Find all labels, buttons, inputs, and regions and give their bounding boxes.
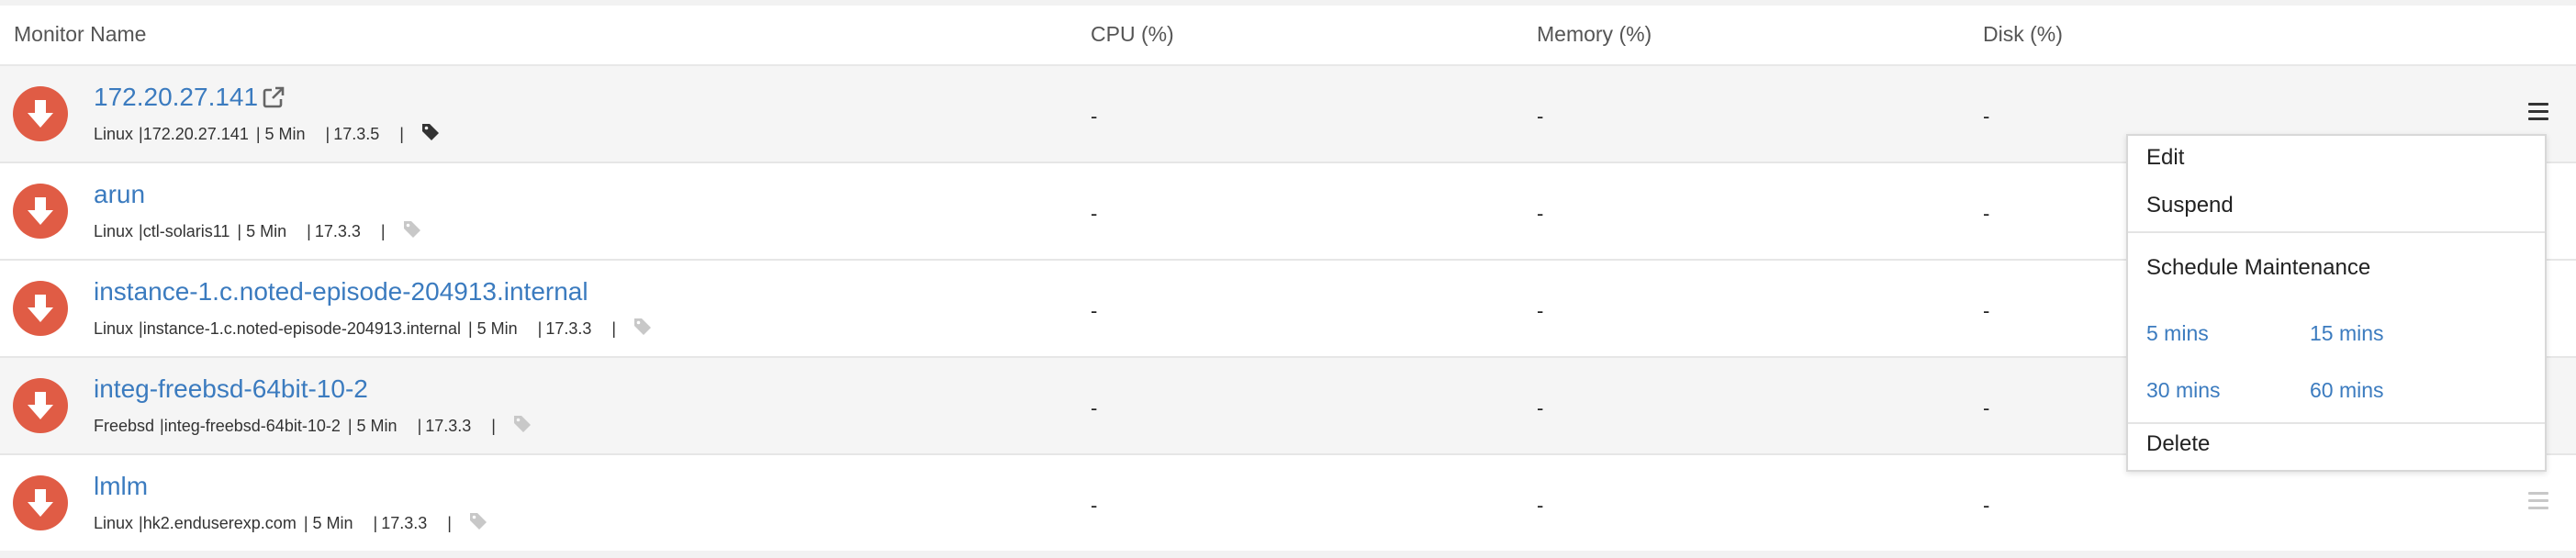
meta-version: 17.3.5 — [333, 124, 380, 143]
meta-separator: | — [303, 513, 308, 532]
monitor-meta: Linux | instance-1.c.noted-episode-204913… — [94, 318, 653, 339]
meta-host: ctl-solaris11 — [142, 221, 230, 240]
memory-value: - — [1537, 299, 1544, 322]
meta-os: Linux — [94, 318, 134, 338]
cpu-value: - — [1091, 105, 1098, 128]
meta-os: Linux — [94, 513, 134, 532]
menu-item-edit[interactable]: Edit — [2146, 145, 2184, 171]
external-link-icon[interactable] — [261, 84, 286, 110]
menu-item-schedule-maintenance[interactable]: Schedule Maintenance — [2146, 255, 2370, 281]
menu-divider — [2128, 231, 2545, 233]
disk-value: - — [1983, 494, 1990, 517]
row-actions-dropdown: Edit Suspend Schedule Maintenance 5 mins… — [2126, 134, 2547, 472]
disk-value: - — [1983, 396, 1990, 419]
disk-value: - — [1983, 202, 1990, 225]
bottom-divider — [0, 551, 2576, 558]
meta-os: Freebsd — [94, 416, 155, 435]
header-memory[interactable]: Memory (%) — [1537, 22, 1652, 47]
disk-value: - — [1983, 105, 1990, 128]
meta-host: instance-1.c.noted-episode-204913.intern… — [142, 318, 461, 338]
cpu-value: - — [1091, 494, 1098, 517]
meta-separator: | — [373, 513, 378, 532]
monitor-name-link[interactable]: arun — [94, 180, 145, 209]
meta-os: Linux — [94, 221, 134, 240]
meta-host: integ-freebsd-64bit-10-2 — [163, 416, 341, 435]
menu-item-delete[interactable]: Delete — [2146, 431, 2210, 457]
maintenance-duration-option[interactable]: 15 mins — [2310, 321, 2384, 346]
monitor-name-link[interactable]: instance-1.c.noted-episode-204913.intern… — [94, 277, 588, 307]
table-header: Monitor Name CPU (%) Memory (%) Disk (%) — [0, 6, 2576, 66]
meta-host: 172.20.27.141 — [142, 124, 249, 143]
menu-divider — [2128, 422, 2545, 424]
meta-interval: 5 Min — [312, 513, 353, 532]
meta-separator: | — [307, 221, 311, 240]
status-down-icon — [13, 378, 68, 433]
tag-icon[interactable] — [420, 122, 441, 142]
header-cpu[interactable]: CPU (%) — [1091, 22, 1174, 47]
meta-separator: | — [255, 124, 261, 143]
cpu-value: - — [1091, 396, 1098, 419]
meta-interval: 5 Min — [246, 221, 287, 240]
monitor-meta: Linux | ctl-solaris11 | 5 Min | 17.3.3 | — [94, 221, 422, 241]
menu-item-suspend[interactable]: Suspend — [2146, 193, 2234, 218]
meta-interval: 5 Min — [264, 124, 306, 143]
meta-separator: | — [611, 318, 617, 338]
memory-value: - — [1537, 105, 1544, 128]
status-down-icon — [13, 475, 68, 530]
meta-separator: | — [347, 416, 353, 435]
meta-separator: | — [417, 416, 422, 435]
meta-version: 17.3.3 — [425, 416, 472, 435]
meta-interval: 5 Min — [356, 416, 398, 435]
status-down-icon — [13, 281, 68, 336]
meta-separator: | — [237, 221, 242, 240]
tag-icon[interactable] — [402, 219, 422, 240]
meta-version: 17.3.3 — [314, 221, 361, 240]
meta-separator: | — [447, 513, 452, 532]
maintenance-duration-option[interactable]: 30 mins — [2146, 378, 2221, 403]
tag-icon[interactable] — [633, 317, 653, 337]
memory-value: - — [1537, 494, 1544, 517]
monitor-list-page: Monitor Name CPU (%) Memory (%) Disk (%)… — [0, 0, 2576, 558]
monitor-name-link[interactable]: lmlm — [94, 472, 148, 501]
status-down-icon — [13, 184, 68, 239]
header-monitor-name[interactable]: Monitor Name — [14, 22, 146, 47]
meta-interval: 5 Min — [476, 318, 518, 338]
meta-host: hk2.enduserexp.com — [142, 513, 297, 532]
meta-separator: | — [537, 318, 543, 338]
cpu-value: - — [1091, 299, 1098, 322]
disk-value: - — [1983, 299, 1990, 322]
monitor-name-link[interactable]: integ-freebsd-64bit-10-2 — [94, 374, 368, 404]
row-actions-menu-icon[interactable] — [2528, 103, 2548, 121]
meta-os: Linux — [94, 124, 134, 143]
maintenance-duration-option[interactable]: 60 mins — [2310, 378, 2384, 403]
row-actions-menu-icon[interactable] — [2528, 492, 2548, 510]
meta-separator: | — [380, 221, 386, 240]
memory-value: - — [1537, 396, 1544, 419]
meta-version: 17.3.3 — [545, 318, 592, 338]
monitor-meta: Freebsd | integ-freebsd-64bit-10-2 | 5 Mi… — [94, 416, 532, 436]
cpu-value: - — [1091, 202, 1098, 225]
memory-value: - — [1537, 202, 1544, 225]
meta-version: 17.3.3 — [381, 513, 428, 532]
meta-separator: | — [399, 124, 404, 143]
meta-separator: | — [491, 416, 496, 435]
status-down-icon — [13, 86, 68, 141]
meta-separator: | — [467, 318, 473, 338]
meta-separator: | — [325, 124, 330, 143]
monitor-name-link[interactable]: 172.20.27.141 — [94, 83, 258, 112]
maintenance-duration-option[interactable]: 5 mins — [2146, 321, 2209, 346]
tag-icon[interactable] — [468, 511, 488, 531]
tag-icon[interactable] — [512, 414, 532, 434]
monitor-meta: Linux | hk2.enduserexp.com | 5 Min | 17.3… — [94, 513, 488, 533]
header-disk[interactable]: Disk (%) — [1983, 22, 2063, 47]
monitor-meta: Linux | 172.20.27.141 | 5 Min | 17.3.5 | — [94, 124, 441, 144]
